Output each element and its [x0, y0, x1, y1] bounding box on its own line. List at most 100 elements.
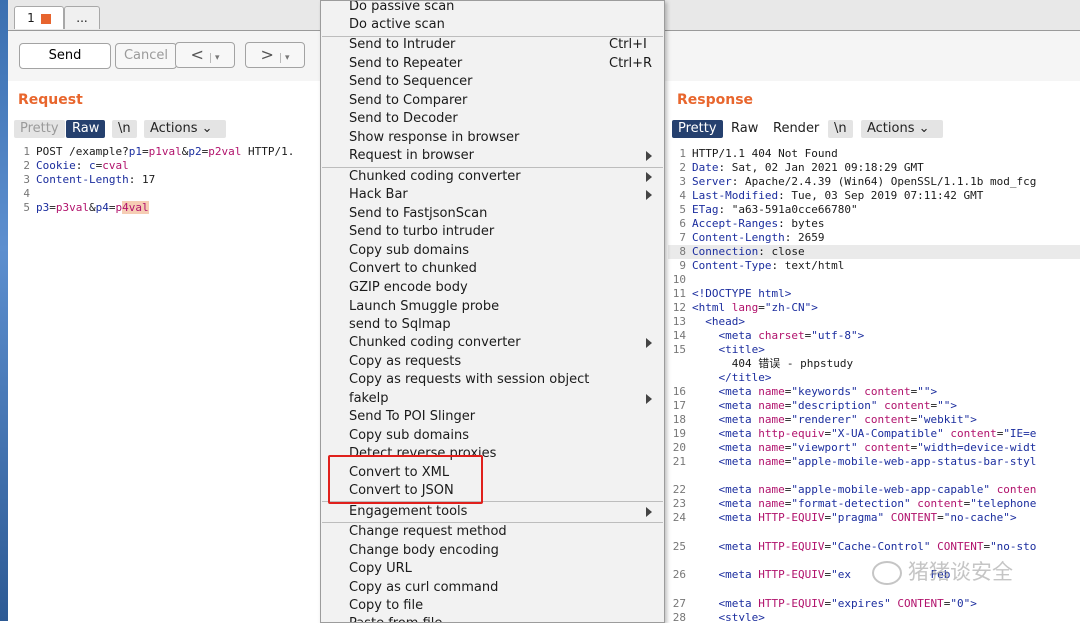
code-token: "zh-CN" — [764, 301, 812, 314]
line-number: 25 — [672, 540, 686, 553]
menu-item-show-response-in-browser[interactable]: Show response in browser — [349, 129, 519, 147]
code-token: c — [89, 159, 96, 172]
code-token: content — [917, 497, 964, 510]
menu-item-send-to-repeater[interactable]: Send to Repeater — [349, 55, 462, 73]
menu-item-copy-as-curl-command[interactable]: Copy as curl command — [349, 579, 498, 597]
menu-item-request-in-browser[interactable]: Request in browser — [349, 147, 474, 165]
forward-button[interactable]: > ▾ — [245, 42, 305, 68]
response-line: 1 HTTP/1.1 404 Not Found — [668, 147, 1080, 161]
menu-item-copy-url[interactable]: Copy URL — [349, 560, 412, 578]
tab-new[interactable]: ... — [64, 6, 100, 29]
line-number: 23 — [672, 497, 686, 510]
menu-item-copy-sub-domains[interactable]: Copy sub domains — [349, 242, 469, 260]
request-line: 2 Cookie: c=cval — [12, 159, 320, 173]
menu-item-send-to-sqlmap[interactable]: send to Sqlmap — [349, 316, 451, 334]
code-token: : text/html — [771, 259, 845, 272]
code-token: <title> — [718, 343, 765, 356]
cancel-button[interactable]: Cancel — [115, 43, 177, 69]
code-token: p1 — [128, 145, 142, 158]
back-button[interactable]: < ▾ — [175, 42, 235, 68]
code-token: 404 错误 - phpstudy — [692, 357, 854, 370]
tab-1[interactable]: 1 — [14, 6, 64, 29]
menu-item-send-to-sequencer[interactable]: Send to Sequencer — [349, 73, 473, 91]
menu-item-chunked-coding-converter[interactable]: Chunked coding converter — [349, 334, 521, 352]
code-token: <style> — [718, 611, 765, 621]
line-number: 1 — [679, 147, 686, 160]
code-token: : bytes — [778, 217, 825, 230]
response-line: 12 <html lang="zh-CN"> — [668, 301, 1080, 315]
menu-item-gzip-encode-body[interactable]: GZIP encode body — [349, 279, 468, 297]
response-line: 20 <meta name="viewport" content="width=… — [668, 441, 1080, 455]
menu-item-do-passive-scan[interactable]: Do passive scan — [349, 1, 454, 16]
code-token: > — [1009, 511, 1017, 524]
menu-item-chunked-coding-converter[interactable]: Chunked coding converter — [349, 168, 521, 186]
request-actions-button[interactable]: Actions ⌄ — [144, 120, 226, 138]
submenu-arrow-icon — [646, 338, 652, 348]
menu-item-launch-smuggle-probe[interactable]: Launch Smuggle probe — [349, 298, 499, 316]
send-button[interactable]: Send — [19, 43, 111, 69]
highlight-box — [328, 455, 483, 504]
code-token: "description" — [791, 399, 878, 412]
code-token: <meta — [718, 597, 759, 610]
code-token: p1val — [148, 145, 182, 158]
code-token: p2 — [188, 145, 202, 158]
menu-item-do-active-scan[interactable]: Do active scan — [349, 16, 445, 34]
menu-item-send-to-poi-slinger[interactable]: Send To POI Slinger — [349, 408, 475, 426]
code-token: http-equiv — [758, 427, 825, 440]
code-token: </title> — [718, 371, 772, 384]
code-token: <meta — [718, 455, 759, 468]
close-tab-icon[interactable] — [40, 13, 51, 24]
menu-item-send-to-decoder[interactable]: Send to Decoder — [349, 110, 458, 128]
response-editor[interactable]: 1 HTTP/1.1 404 Not Found 2 Date: Sat, 02 Ja… — [668, 0, 1080, 621]
menu-item-send-to-intruder[interactable]: Send to Intruder — [349, 36, 455, 54]
code-token: "" — [917, 385, 931, 398]
code-token: <!DOCTYPE html> — [692, 287, 792, 300]
code-token: Connection — [692, 245, 759, 258]
request-view-raw[interactable]: Raw — [66, 120, 106, 138]
menu-item-send-to-comparer[interactable]: Send to Comparer — [349, 92, 467, 110]
code-token: <meta — [718, 540, 759, 553]
code-token: : 17 — [128, 173, 156, 186]
line-number: 11 — [672, 287, 686, 300]
line-number: 20 — [672, 441, 686, 454]
response-line: 28 <style> — [668, 611, 1080, 621]
menu-item-change-request-method[interactable]: Change request method — [349, 523, 507, 541]
menu-item-send-to-fastjsonscan[interactable]: Send to FastjsonScan — [349, 205, 487, 223]
menu-item-send-to-turbo-intruder[interactable]: Send to turbo intruder — [349, 223, 494, 241]
line-number: 8 — [679, 245, 686, 258]
code-token: Content-Length — [36, 173, 129, 186]
code-token: <meta — [718, 329, 759, 342]
code-token: "format-detection" — [791, 497, 911, 510]
request-editor[interactable]: 1 POST /example?p1=p1val&p2=p2val HTTP/1.… — [12, 145, 320, 225]
menu-item-hack-bar[interactable]: Hack Bar — [349, 186, 408, 204]
code-token: "renderer" — [791, 413, 858, 426]
menu-item-copy-to-file[interactable]: Copy to file — [349, 597, 423, 615]
menu-item-copy-sub-domains[interactable]: Copy sub domains — [349, 427, 469, 445]
line-number: 28 — [672, 611, 686, 621]
code-token: name — [758, 441, 785, 454]
menu-item-paste-from-file[interactable]: Paste from file — [349, 615, 442, 622]
code-token: : Sat, 02 Jan 2021 09:18:29 GMT — [718, 161, 924, 174]
code-token: p2val — [208, 145, 242, 158]
forward-arrow-icon: > — [260, 45, 274, 64]
menu-item-convert-to-chunked[interactable]: Convert to chunked — [349, 260, 477, 278]
menu-item-fakelp[interactable]: fakelp — [349, 390, 388, 408]
back-dropdown-icon[interactable]: ▾ — [209, 53, 220, 63]
menu-item-copy-as-requests-with-session-object[interactable]: Copy as requests with session object — [349, 371, 589, 389]
menu-item-copy-as-requests[interactable]: Copy as requests — [349, 353, 461, 371]
submenu-arrow-icon — [646, 190, 652, 200]
menu-item-engagement-tools[interactable]: Engagement tools — [349, 503, 467, 521]
code-token: > — [970, 413, 977, 426]
request-view-pretty[interactable]: Pretty — [14, 120, 65, 138]
line-number: 1 — [23, 145, 30, 158]
request-view-newline[interactable]: \n — [112, 120, 137, 138]
menu-item-change-body-encoding[interactable]: Change body encoding — [349, 542, 499, 560]
code-token: Date — [692, 161, 719, 174]
submenu-arrow-icon — [646, 394, 652, 404]
forward-dropdown-icon[interactable]: ▾ — [279, 53, 290, 63]
code-token: "apple-mobile-web-app-capable" — [791, 483, 991, 496]
